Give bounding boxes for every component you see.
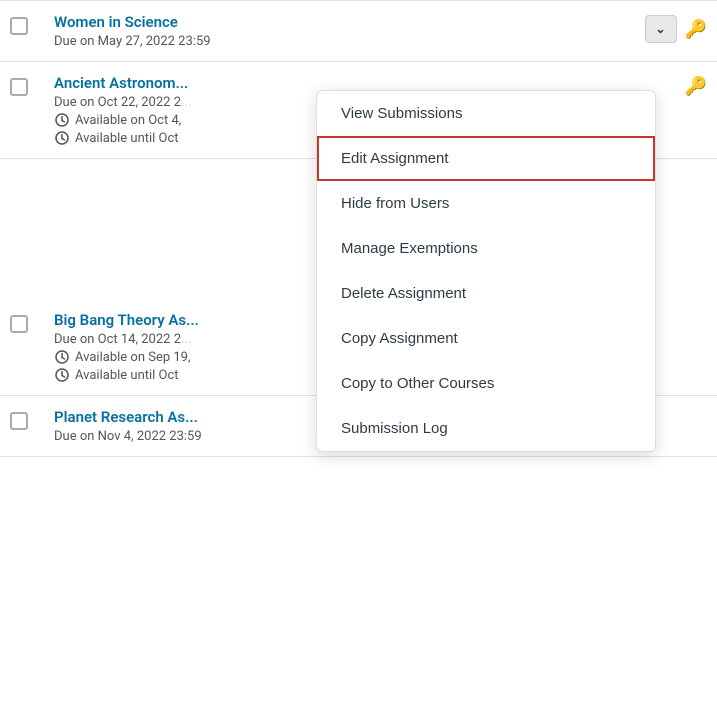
checkbox-1[interactable] <box>10 17 28 35</box>
copy-assignment-item[interactable]: Copy Assignment <box>317 316 655 361</box>
edit-assignment-item[interactable]: Edit Assignment <box>317 136 655 181</box>
checkbox-4[interactable] <box>10 412 28 430</box>
key-icon-1: 🔑 <box>685 19 707 40</box>
key-icon-2: 🔑 <box>685 76 707 97</box>
available-text-2a: Available on Oct 4, <box>75 113 181 128</box>
assignment-content-1: Women in Science Due on May 27, 2022 23:… <box>50 13 645 49</box>
checkbox-cell-1 <box>10 13 50 35</box>
assignment-title-3[interactable]: Big Bang Theory As <box>54 311 186 329</box>
clock-icon-3b <box>54 367 70 383</box>
action-icons-1: ⌄ 🔑 <box>645 13 707 43</box>
copy-to-other-courses-item[interactable]: Copy to Other Courses <box>317 361 655 406</box>
submission-log-item[interactable]: Submission Log <box>317 406 655 451</box>
checkbox-2[interactable] <box>10 78 28 96</box>
available-text-3a: Available on Sep 19, <box>75 350 191 365</box>
dropdown-menu: View Submissions Edit Assignment Hide fr… <box>316 90 656 452</box>
delete-assignment-item[interactable]: Delete Assignment <box>317 271 655 316</box>
manage-exemptions-item[interactable]: Manage Exemptions <box>317 226 655 271</box>
available-until-text-3: Available until Oct <box>75 368 179 383</box>
hide-from-users-item[interactable]: Hide from Users <box>317 181 655 226</box>
clock-icon-3a <box>54 349 70 365</box>
checkbox-cell-2 <box>10 74 50 96</box>
action-icons-2: 🔑 <box>685 74 707 97</box>
assignment-due-1: Due on May 27, 2022 23:59 <box>54 34 645 49</box>
available-until-text-2: Available until Oct <box>75 131 179 146</box>
checkbox-cell-3 <box>10 311 50 333</box>
assignment-title-2[interactable]: Ancient Astronom <box>54 74 175 92</box>
chevron-btn-1[interactable]: ⌄ <box>645 15 677 43</box>
checkbox-3[interactable] <box>10 315 28 333</box>
assignment-title-4[interactable]: Planet Research As <box>54 408 185 426</box>
clock-icon-2b <box>54 130 70 146</box>
checkbox-cell-4 <box>10 408 50 430</box>
view-submissions-item[interactable]: View Submissions <box>317 91 655 136</box>
chevron-down-icon-1: ⌄ <box>656 22 666 36</box>
clock-icon-2a <box>54 112 70 128</box>
assignment-row-1: Women in Science Due on May 27, 2022 23:… <box>0 0 717 62</box>
assignment-title-1[interactable]: Women in Science <box>54 13 178 31</box>
